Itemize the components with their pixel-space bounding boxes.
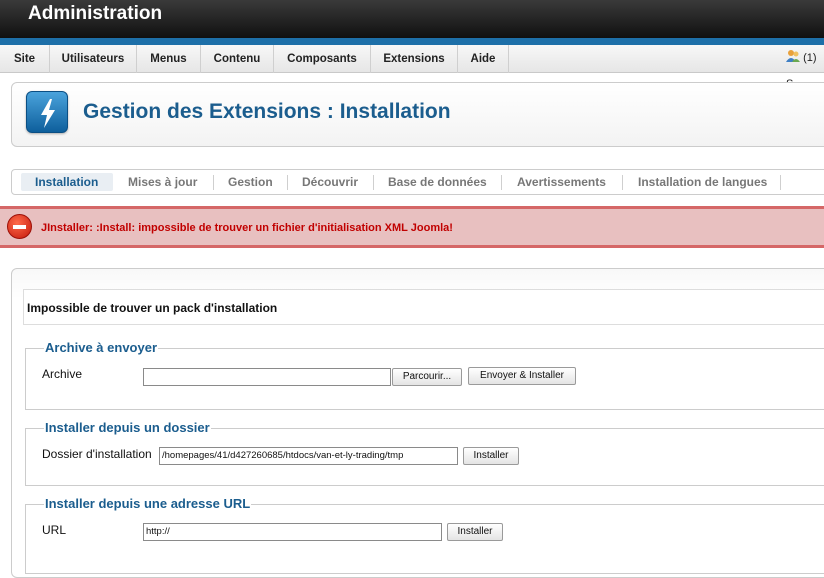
users-icon xyxy=(786,50,800,62)
install-url-button[interactable]: Installer xyxy=(447,523,503,541)
tab-gestion[interactable]: Gestion xyxy=(228,170,273,194)
install-folder-input[interactable]: /homepages/41/d427260685/htdocs/van-et-l… xyxy=(159,447,458,465)
tab-mises-a-jour[interactable]: Mises à jour xyxy=(128,170,197,194)
menu-contenu[interactable]: Contenu xyxy=(201,45,274,73)
main-menu-bar: Site Utilisateurs Menus Contenu Composan… xyxy=(0,45,824,90)
lightning-icon xyxy=(41,99,55,128)
tab-installation[interactable]: Installation xyxy=(35,170,98,194)
tab-decouvrir[interactable]: Découvrir xyxy=(302,170,358,194)
tab-installation-de-langues[interactable]: Installation de langues xyxy=(638,170,767,194)
tab-separator xyxy=(780,175,781,190)
tab-separator xyxy=(622,175,623,190)
extension-manager-icon xyxy=(26,91,68,133)
admin-title: Administration xyxy=(28,3,163,24)
install-url-input[interactable]: http:// xyxy=(143,523,442,541)
install-from-url-panel: Installer depuis une adresse URL URL htt… xyxy=(25,496,824,574)
url-label: URL xyxy=(42,523,67,537)
error-message: JInstaller: :Install: impossible de trou… xyxy=(41,222,453,234)
menu-composants[interactable]: Composants xyxy=(274,45,371,73)
install-folder-button[interactable]: Installer xyxy=(463,447,519,465)
upload-install-button[interactable]: Envoyer & Installer xyxy=(468,367,576,385)
upload-package-panel: Archive à envoyer Archive Parcourir... E… xyxy=(25,340,824,410)
page-title: Gestion des Extensions : Installation xyxy=(83,100,451,123)
error-icon xyxy=(7,214,32,239)
tab-separator xyxy=(501,175,502,190)
menu-extensions[interactable]: Extensions xyxy=(371,45,458,73)
menu-site[interactable]: Site xyxy=(0,45,50,73)
url-legend: Installer depuis une adresse URL xyxy=(44,496,252,511)
upload-legend: Archive à envoyer xyxy=(44,340,159,355)
folder-legend: Installer depuis un dossier xyxy=(44,420,211,435)
menu-aide[interactable]: Aide xyxy=(458,45,509,73)
install-form-container: Impossible de trouver un pack d'installa… xyxy=(11,268,824,578)
tab-separator xyxy=(287,175,288,190)
page-title-box: Gestion des Extensions : Installation xyxy=(11,82,824,147)
admin-header: Administration xyxy=(0,0,824,38)
menu-menus[interactable]: Menus xyxy=(137,45,201,73)
tab-base-de-donnees[interactable]: Base de données xyxy=(388,170,487,194)
tab-avertissements[interactable]: Avertissements xyxy=(517,170,606,194)
logged-in-users[interactable]: (1) S xyxy=(782,45,824,90)
archive-label: Archive xyxy=(42,367,83,381)
notice-box: Impossible de trouver un pack d'installa… xyxy=(23,289,824,325)
submenu-tabs: Installation Mises à jour Gestion Découv… xyxy=(11,169,824,195)
browse-button[interactable]: Parcourir... xyxy=(392,368,462,386)
tab-separator xyxy=(373,175,374,190)
tab-separator xyxy=(213,175,214,190)
install-from-folder-panel: Installer depuis un dossier Dossier d'in… xyxy=(25,420,824,486)
menu-utilisateurs[interactable]: Utilisateurs xyxy=(50,45,137,73)
error-message-box: JInstaller: :Install: impossible de trou… xyxy=(0,206,824,248)
header-strip xyxy=(0,38,824,45)
notice-message: Impossible de trouver un pack d'installa… xyxy=(27,301,278,315)
archive-file-input[interactable] xyxy=(143,368,391,386)
folder-label: Dossier d'installation xyxy=(42,447,152,461)
